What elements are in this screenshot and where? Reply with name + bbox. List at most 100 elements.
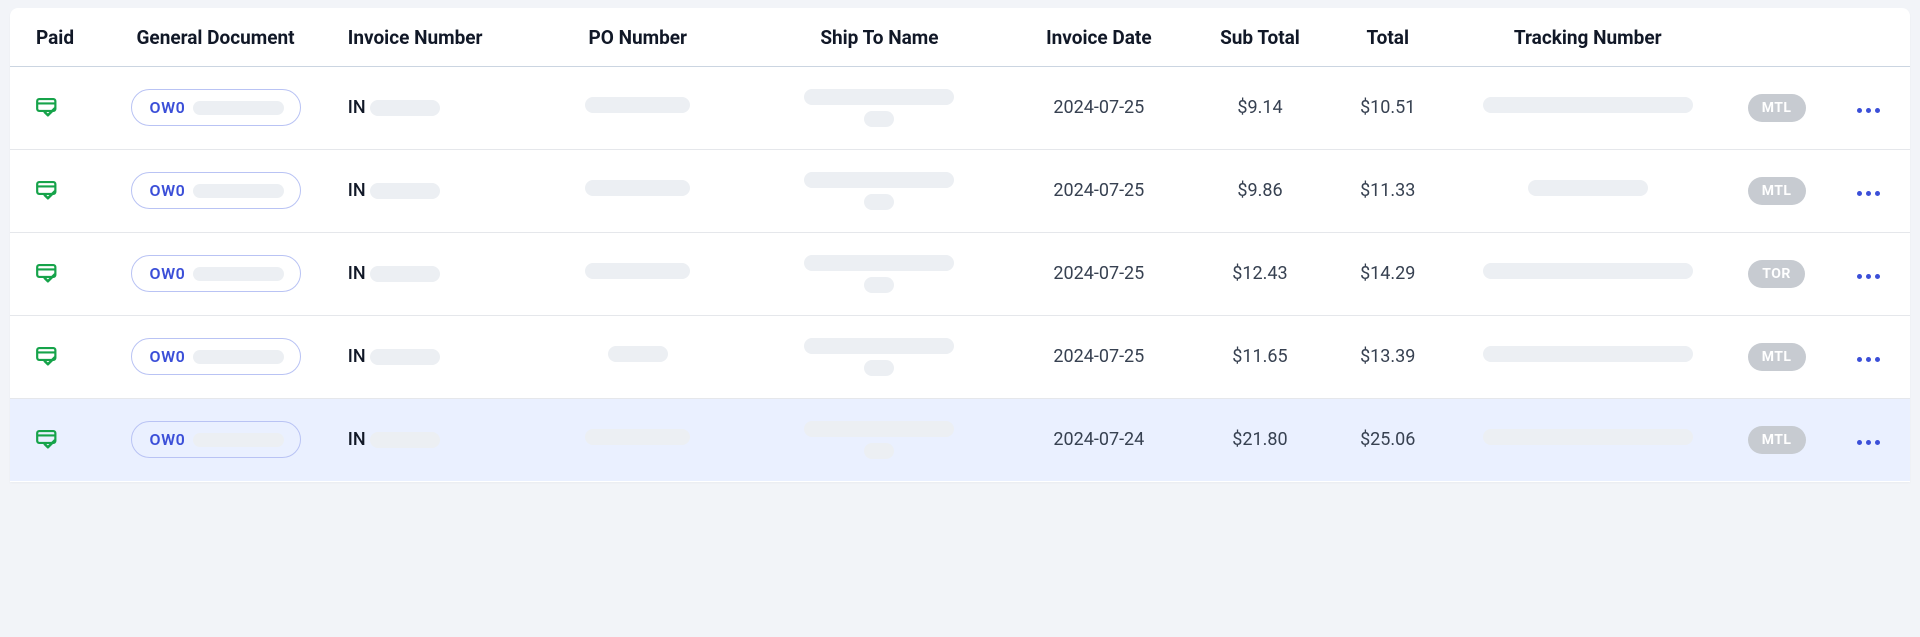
invoice-number-prefix: IN [348,97,366,118]
general-document-link[interactable]: OW0 [131,255,301,292]
col-total[interactable]: Total [1327,8,1449,66]
general-document-link[interactable]: OW0 [131,172,301,209]
cell-location: MTL [1727,149,1827,232]
col-general-document[interactable]: General Document [93,8,337,66]
total-value: $10.51 [1360,97,1415,118]
table-row[interactable]: OW0 IN 2024-07-25 $9.14 [10,66,1910,149]
cell-paid [10,232,93,315]
tracking-number[interactable] [1483,97,1693,113]
table-row[interactable]: OW0 IN 2024-07-25 $12.43 [10,232,1910,315]
cell-ship-to-name [754,149,1004,232]
dot-icon [1866,357,1871,362]
cell-po-number [521,398,754,481]
general-document-link[interactable]: OW0 [131,338,301,375]
cell-actions [1827,149,1910,232]
table-row[interactable]: OW0 IN 2024-07-25 $11.65 [10,315,1910,398]
redacted-blob [370,432,440,448]
col-invoice-number[interactable]: Invoice Number [338,8,521,66]
cell-invoice-date: 2024-07-25 [1004,315,1193,398]
redacted-blob [804,338,954,354]
more-actions-button[interactable] [1853,351,1884,368]
redacted-blob [804,172,954,188]
more-actions-button[interactable] [1853,434,1884,451]
invoice-number[interactable]: IN [348,97,468,118]
paid-icon [36,430,83,450]
location-badge[interactable]: MTL [1748,343,1806,371]
invoice-number[interactable]: IN [348,180,468,201]
tracking-number[interactable] [1483,263,1693,279]
general-document-prefix: OW0 [150,264,186,283]
total-value: $13.39 [1360,346,1415,367]
redacted-blob [608,346,668,362]
redacted-blob [1483,263,1693,279]
location-badge[interactable]: MTL [1748,94,1806,122]
redacted-blob [370,266,440,282]
redacted-blob [804,255,954,271]
cell-total: $10.51 [1327,66,1449,149]
dot-icon [1857,357,1862,362]
location-badge[interactable]: TOR [1748,260,1805,288]
general-document-link[interactable]: OW0 [131,89,301,126]
dot-icon [1857,108,1862,113]
more-actions-button[interactable] [1853,268,1884,285]
cell-paid [10,398,93,481]
cell-paid [10,315,93,398]
col-location [1727,8,1827,66]
tracking-number[interactable] [1528,180,1648,196]
redacted-blob [864,360,894,376]
redacted-blob [585,180,690,196]
redacted-blob [585,429,690,445]
col-ship-to-name[interactable]: Ship To Name [754,8,1004,66]
col-paid[interactable]: Paid [10,8,93,66]
col-tracking-number[interactable]: Tracking Number [1449,8,1727,66]
cell-actions [1827,398,1910,481]
redacted-blob [1483,429,1693,445]
dot-icon [1875,108,1880,113]
po-number [585,97,690,113]
tracking-number[interactable] [1483,346,1693,362]
table-row[interactable]: OW0 IN 2024-07-25 $9.86 [10,149,1910,232]
invoice-number-prefix: IN [348,346,366,367]
total-value: $25.06 [1360,429,1415,450]
sub-total-value: $9.14 [1237,97,1282,118]
redacted-blob [193,101,283,115]
dot-icon [1875,357,1880,362]
invoice-number-prefix: IN [348,263,366,284]
invoices-table-panel: Paid General Document Invoice Number PO … [10,8,1910,482]
paid-icon [36,347,83,367]
location-badge[interactable]: MTL [1748,177,1806,205]
ship-to-name [804,172,954,210]
cell-tracking-number [1449,398,1727,481]
redacted-blob [193,350,283,364]
tracking-number[interactable] [1483,429,1693,445]
more-actions-button[interactable] [1853,102,1884,119]
paid-icon [36,181,83,201]
col-po-number[interactable]: PO Number [521,8,754,66]
invoice-number[interactable]: IN [348,263,468,284]
more-actions-button[interactable] [1853,185,1884,202]
col-sub-total[interactable]: Sub Total [1193,8,1326,66]
redacted-blob [864,111,894,127]
cell-sub-total: $9.86 [1193,149,1326,232]
dot-icon [1866,274,1871,279]
col-invoice-date[interactable]: Invoice Date [1004,8,1193,66]
table-row[interactable]: OW0 IN 2024-07-24 $21.80 [10,398,1910,481]
invoice-number-prefix: IN [348,180,366,201]
invoice-date-value: 2024-07-25 [1053,346,1144,367]
general-document-link[interactable]: OW0 [131,421,301,458]
po-number [585,180,690,196]
dot-icon [1866,191,1871,196]
invoice-number[interactable]: IN [348,429,468,450]
cell-sub-total: $12.43 [1193,232,1326,315]
ship-to-name [804,421,954,459]
dot-icon [1875,440,1880,445]
dot-icon [1866,440,1871,445]
invoice-number[interactable]: IN [348,346,468,367]
cell-general-document: OW0 [93,66,337,149]
redacted-blob [804,89,954,105]
general-document-prefix: OW0 [150,347,186,366]
redacted-blob [370,349,440,365]
location-badge[interactable]: MTL [1748,426,1806,454]
cell-general-document: OW0 [93,315,337,398]
redacted-blob [585,263,690,279]
